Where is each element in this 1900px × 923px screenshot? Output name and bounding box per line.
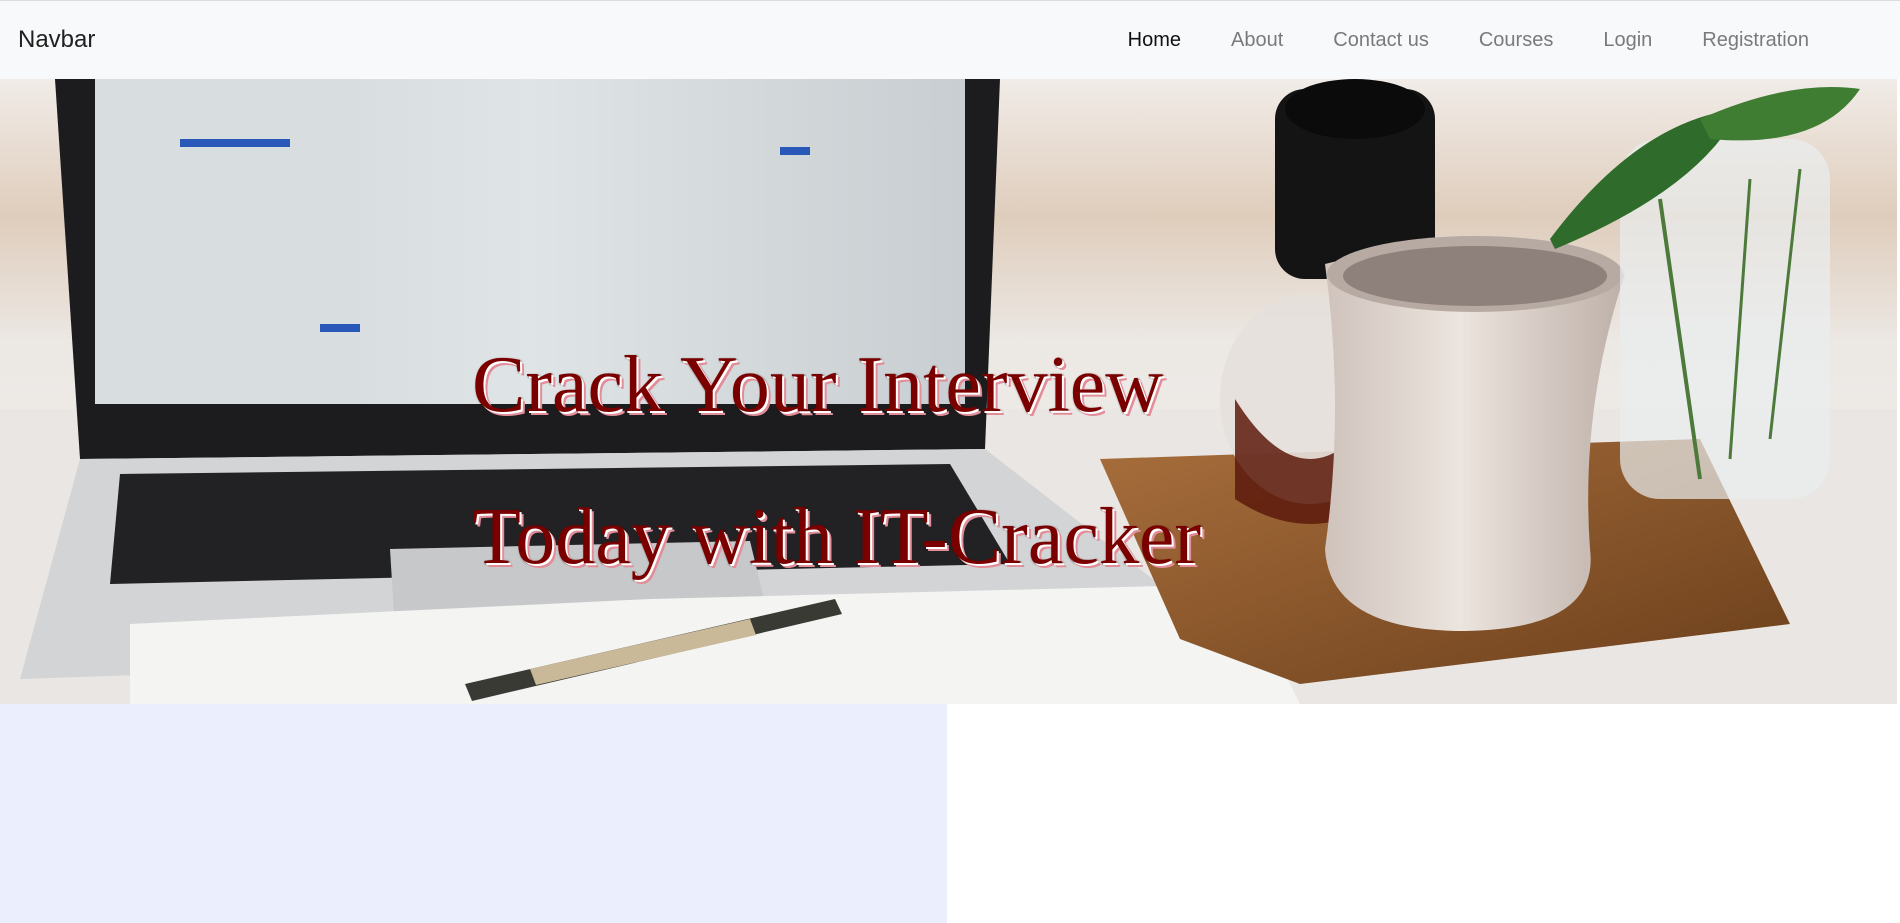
nav-item-courses: Courses bbox=[1454, 21, 1578, 60]
nav-link-login[interactable]: Login bbox=[1578, 21, 1677, 60]
lower-left-panel bbox=[0, 704, 947, 923]
nav-link-registration[interactable]: Registration bbox=[1677, 21, 1834, 60]
lower-right-panel bbox=[947, 704, 1900, 923]
nav-links: Home About Contact us Courses Login Regi… bbox=[1103, 21, 1834, 60]
nav-link-courses[interactable]: Courses bbox=[1454, 21, 1578, 60]
top-navbar: Navbar Home About Contact us Courses Log… bbox=[0, 0, 1900, 79]
nav-item-registration: Registration bbox=[1677, 21, 1834, 60]
nav-link-home[interactable]: Home bbox=[1103, 21, 1206, 60]
nav-item-about: About bbox=[1206, 21, 1308, 60]
hero-headline-line-2: Today with IT-Cracker bbox=[472, 493, 1201, 581]
hero-banner: Crack Your Interview Today with IT-Crack… bbox=[0, 79, 1897, 704]
nav-item-login: Login bbox=[1578, 21, 1677, 60]
nav-link-about[interactable]: About bbox=[1206, 21, 1308, 60]
nav-item-contact: Contact us bbox=[1308, 21, 1454, 60]
navbar-brand[interactable]: Navbar bbox=[18, 26, 95, 54]
hero-headline: Crack Your Interview Today with IT-Crack… bbox=[472, 309, 1201, 613]
nav-item-home: Home bbox=[1103, 21, 1206, 60]
hero-headline-line-1: Crack Your Interview bbox=[472, 341, 1163, 429]
nav-link-contact-us[interactable]: Contact us bbox=[1308, 21, 1454, 60]
